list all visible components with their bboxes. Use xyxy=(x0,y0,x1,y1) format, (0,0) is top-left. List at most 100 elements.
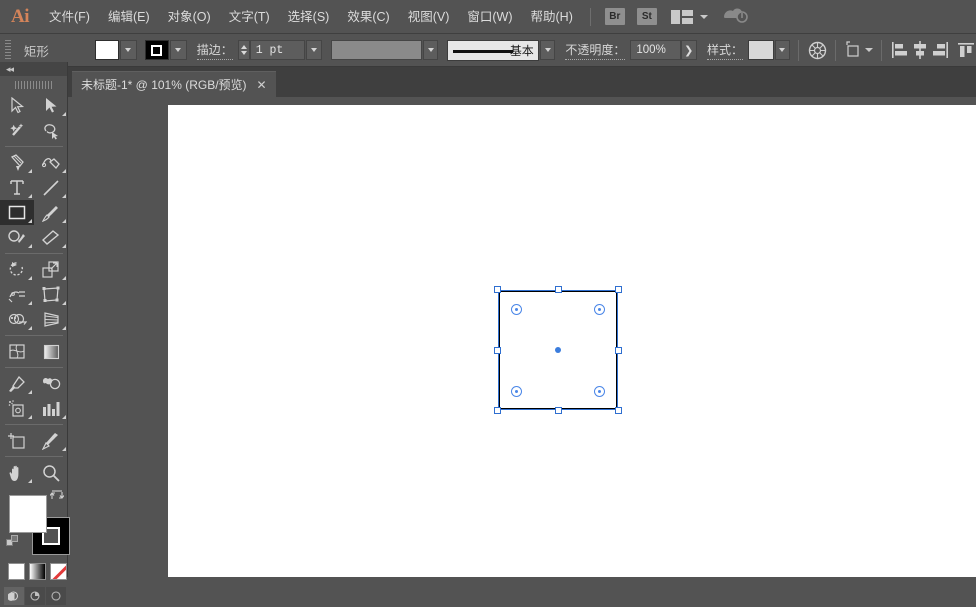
pen-tool[interactable] xyxy=(0,150,34,175)
workspace-switcher-icon[interactable] xyxy=(670,9,693,24)
align-left-icon[interactable] xyxy=(890,39,910,61)
perspective-grid-tool[interactable] xyxy=(34,307,68,332)
menu-select[interactable]: 选择(S) xyxy=(279,0,339,34)
draw-normal-icon[interactable] xyxy=(4,587,24,605)
transform-chevron-down-icon[interactable] xyxy=(865,48,874,52)
control-bar-grip[interactable] xyxy=(3,40,14,60)
opacity-label[interactable]: 不透明度： xyxy=(565,41,626,60)
artboard[interactable] xyxy=(168,105,976,577)
rectangle-tool[interactable] xyxy=(0,200,34,225)
align-top-icon[interactable] xyxy=(956,39,976,61)
collapse-panel-icon[interactable]: ◂◂ xyxy=(6,64,14,75)
mesh-tool[interactable] xyxy=(0,339,34,364)
menu-object[interactable]: 对象(O) xyxy=(159,0,220,34)
transform-icon[interactable] xyxy=(844,39,864,61)
gradient-swatch-icon[interactable] xyxy=(29,563,46,580)
direct-selection-tool[interactable] xyxy=(34,93,68,118)
artboard-tool[interactable] xyxy=(0,428,34,453)
align-right-icon[interactable] xyxy=(930,39,950,61)
handle-bottom-right[interactable] xyxy=(615,407,622,414)
menu-effect[interactable]: 效果(C) xyxy=(338,0,398,34)
close-icon[interactable]: ✕ xyxy=(257,79,267,91)
symbol-sprayer-tool[interactable] xyxy=(0,396,34,421)
swap-fill-stroke-icon[interactable] xyxy=(49,489,65,505)
tool-panel-grip[interactable] xyxy=(0,79,67,91)
handle-top-center[interactable] xyxy=(555,286,562,293)
fill-color-box[interactable] xyxy=(9,495,47,533)
fill-swatch-group[interactable] xyxy=(94,40,137,60)
gradient-tool[interactable] xyxy=(34,339,68,364)
recolor-artwork-icon[interactable] xyxy=(807,39,827,61)
menu-type[interactable]: 文字(T) xyxy=(220,0,279,34)
menu-view[interactable]: 视图(V) xyxy=(399,0,459,34)
document-tab-bar: 未标题-1* @ 101% (RGB/预览) ✕ xyxy=(0,67,976,97)
default-fill-stroke-icon[interactable] xyxy=(6,535,20,552)
shape-builder-tool[interactable] xyxy=(0,307,34,332)
stock-button[interactable]: St xyxy=(636,8,657,25)
stroke-swatch-group[interactable] xyxy=(144,40,187,60)
chevron-down-icon[interactable] xyxy=(699,14,708,19)
eraser-tool[interactable] xyxy=(34,225,68,250)
align-center-horizontal-icon[interactable] xyxy=(910,39,930,61)
opacity-input[interactable]: 100% xyxy=(630,40,681,60)
scale-tool[interactable] xyxy=(34,257,68,282)
corner-radius-widget-bottom-left[interactable] xyxy=(511,386,522,397)
stroke-profile-swatch[interactable] xyxy=(330,40,422,60)
rotate-tool[interactable] xyxy=(0,257,34,282)
handle-middle-left[interactable] xyxy=(494,347,501,354)
stroke-weight-stepper[interactable] xyxy=(237,40,250,60)
menu-help[interactable]: 帮助(H) xyxy=(522,0,582,34)
eyedropper-tool[interactable] xyxy=(0,371,34,396)
stroke-color-swatch[interactable] xyxy=(144,40,169,60)
handle-bottom-center[interactable] xyxy=(555,407,562,414)
draw-inside-icon[interactable] xyxy=(46,587,66,605)
handle-top-left[interactable] xyxy=(494,286,501,293)
graphic-style-dropdown[interactable] xyxy=(774,40,791,60)
zoom-tool[interactable] xyxy=(34,460,68,485)
paintbrush-tool[interactable] xyxy=(34,200,68,225)
color-swatch-icon[interactable] xyxy=(8,563,25,580)
stroke-profile-dropdown[interactable] xyxy=(422,40,439,60)
column-graph-tool[interactable] xyxy=(34,396,68,421)
selected-rectangle-object[interactable] xyxy=(494,286,622,414)
bridge-button[interactable]: Br xyxy=(604,8,625,25)
width-tool[interactable] xyxy=(0,282,34,307)
free-transform-tool[interactable] xyxy=(34,282,68,307)
type-tool[interactable] xyxy=(0,175,34,200)
corner-radius-widget-top-right[interactable] xyxy=(594,304,605,315)
fill-color-swatch[interactable] xyxy=(94,40,119,60)
brush-definition-swatch[interactable]: 基本 xyxy=(447,39,539,61)
creative-cloud-icon[interactable] xyxy=(722,6,748,27)
magic-wand-tool[interactable] xyxy=(0,118,34,143)
menu-file[interactable]: 文件(F) xyxy=(40,0,99,34)
stroke-weight-dropdown[interactable] xyxy=(306,40,322,60)
curvature-tool[interactable] xyxy=(34,150,68,175)
brush-definition-dropdown[interactable] xyxy=(539,40,556,60)
handle-middle-right[interactable] xyxy=(615,347,622,354)
opacity-options-button[interactable]: ❯ xyxy=(680,40,698,60)
graphic-style-swatch[interactable] xyxy=(748,40,774,60)
selection-tool[interactable] xyxy=(0,93,34,118)
none-swatch-icon[interactable] xyxy=(50,563,67,580)
selected-object-type: 矩形 xyxy=(23,44,49,59)
line-segment-tool[interactable] xyxy=(34,175,68,200)
document-tab[interactable]: 未标题-1* @ 101% (RGB/预览) ✕ xyxy=(72,71,276,97)
stroke-weight-input[interactable]: 1 pt xyxy=(249,40,306,60)
hand-tool[interactable] xyxy=(0,460,34,485)
tool-panel-header[interactable]: ◂◂ xyxy=(0,62,67,76)
draw-behind-icon[interactable] xyxy=(25,587,45,605)
menu-edit[interactable]: 编辑(E) xyxy=(99,0,159,34)
menu-window[interactable]: 窗口(W) xyxy=(458,0,521,34)
canvas-area[interactable] xyxy=(68,97,976,577)
handle-top-right[interactable] xyxy=(615,286,622,293)
fill-dropdown-button[interactable] xyxy=(119,40,137,60)
slice-tool[interactable] xyxy=(34,428,68,453)
blend-tool[interactable] xyxy=(34,371,68,396)
stroke-dropdown-button[interactable] xyxy=(169,40,187,60)
lasso-tool[interactable] xyxy=(34,118,68,143)
shaper-tool[interactable] xyxy=(0,225,34,250)
corner-radius-widget-top-left[interactable] xyxy=(511,304,522,315)
handle-bottom-left[interactable] xyxy=(494,407,501,414)
stroke-weight-label[interactable]: 描边： xyxy=(196,41,233,60)
corner-radius-widget-bottom-right[interactable] xyxy=(594,386,605,397)
